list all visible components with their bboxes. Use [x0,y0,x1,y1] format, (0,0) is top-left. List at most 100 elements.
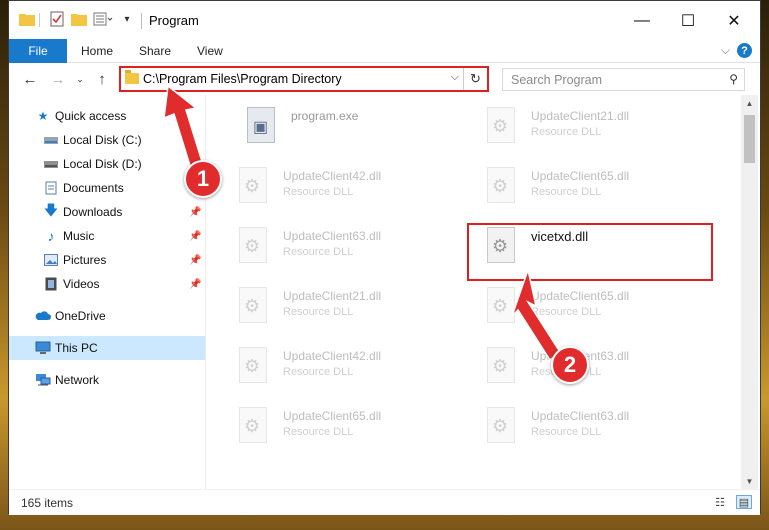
expand-ribbon-icon[interactable]: ⌵ [721,43,730,58]
sidebar-item-this-pc[interactable]: This PC [9,336,205,360]
up-arrow-icon[interactable]: ↑ [91,69,113,89]
view-options-icon[interactable] [93,11,113,27]
window-title: Program [149,13,199,28]
downloads-icon: 🡇 [43,202,59,218]
scroll-up-icon[interactable]: ▲ [741,95,758,111]
maximize-button[interactable]: ☐ [665,7,711,35]
file-name: UpdateClient65.dll [531,169,630,183]
new-folder-icon[interactable] [71,11,87,27]
search-input[interactable]: Search Program ⚲ [502,68,745,91]
file-item[interactable]: UpdateClient21.dll Resource DLL [481,99,721,155]
address-path[interactable]: C:\Program Files\Program Directory [143,72,342,86]
music-icon: ♪ [47,228,55,244]
pin-icon[interactable]: 📌 [189,207,201,218]
sidebar-item-label: Pictures [63,253,107,267]
sidebar-item-label: OneDrive [55,309,106,323]
ribbon: File Home Share View ⌵ ? [9,39,760,63]
details-view-icon[interactable]: ☷ [712,495,728,509]
sidebar-item-quick-access[interactable]: ★ Quick access [9,104,205,128]
sidebar-item-onedrive[interactable]: OneDrive [9,304,205,328]
file-type: Resource DLL [531,426,602,438]
scrollbar-thumb[interactable] [744,115,755,163]
videos-icon [43,276,59,292]
pin-icon[interactable]: 📌 [189,231,201,242]
file-type: Resource DLL [283,366,354,378]
refresh-icon[interactable]: ↻ [463,68,487,90]
file-item[interactable]: program.exe [241,99,481,155]
sidebar-item-videos[interactable]: Videos 📌 [9,272,205,296]
file-name: UpdateClient65.dll [283,409,382,423]
sidebar-item-label: Local Disk (C:) [63,133,142,147]
sidebar-item-label: Videos [63,277,100,291]
file-item[interactable]: UpdateClient63.dll Resource DLL [233,219,473,275]
dll-file-icon [487,287,515,323]
dll-file-icon [487,167,515,203]
file-item[interactable]: UpdateClient63.dll Resource DLL [481,339,721,395]
sidebar-item-documents[interactable]: Documents [9,176,205,200]
sidebar-item-local-disk-c[interactable]: Local Disk (C:) [9,128,205,152]
sidebar-item-label: Documents [63,181,124,195]
close-button[interactable]: ✕ [711,7,757,35]
back-arrow-icon[interactable]: ← [19,69,41,89]
sidebar-item-label: Downloads [63,205,123,219]
file-item[interactable]: UpdateClient63.dll Resource DLL [481,399,721,455]
sidebar-item-network[interactable]: Network [9,368,205,392]
star-icon: ★ [37,109,49,123]
file-item[interactable]: UpdateClient65.dll Resource DLL [233,399,473,455]
file-name: UpdateClient42.dll [283,349,382,363]
chevron-down-icon[interactable]: ⌵ [451,71,459,84]
sidebar-item-label: Music [63,229,95,243]
file-item[interactable]: UpdateClient42.dll Resource DLL [233,339,473,395]
network-icon [35,372,51,388]
pictures-icon [43,252,59,268]
file-item[interactable]: UpdateClient21.dll Resource DLL [233,279,473,335]
pin-icon[interactable]: 📌 [189,255,201,266]
file-type: Resource DLL [283,186,354,198]
folder-icon [125,70,139,84]
pin-icon[interactable]: 📌 [189,279,201,290]
cloud-icon [35,308,51,324]
dll-file-icon [487,347,515,383]
forward-arrow-icon[interactable]: → [47,69,69,89]
file-type: Resource DLL [531,306,602,318]
step-2-badge: 2 [551,346,589,384]
sidebar-item-music[interactable]: ♪ Music 📌 [9,224,205,248]
file-name: UpdateClient21.dll [531,109,630,123]
dll-file-icon [239,167,267,203]
tab-file[interactable]: File [9,39,67,63]
tab-view[interactable]: View [197,39,223,63]
sidebar-item-pictures[interactable]: Pictures 📌 [9,248,205,272]
search-placeholder: Search Program [511,73,603,87]
file-item[interactable]: UpdateClient65.dll Resource DLL [481,279,721,335]
dll-file-icon [239,227,267,263]
file-type: Resource DLL [531,186,602,198]
status-bar: 165 items ☷ ▤ [9,489,760,515]
scroll-down-icon[interactable]: ▼ [741,473,758,489]
file-type: Resource DLL [283,426,354,438]
sidebar-item-local-disk-d[interactable]: Local Disk (D:) [9,152,205,176]
search-icon[interactable]: ⚲ [729,72,738,86]
documents-icon [43,180,59,196]
customize-toolbar-icon[interactable]: ▾ [121,11,133,27]
minimize-button[interactable]: — [619,7,665,35]
vertical-scrollbar[interactable]: ▲ ▼ [741,95,758,489]
sidebar-item-downloads[interactable]: 🡇 Downloads 📌 [9,200,205,224]
address-bar[interactable]: C:\Program Files\Program Directory ⌵ ↻ [119,66,489,92]
tab-home[interactable]: Home [81,39,113,63]
sidebar-item-label: Local Disk (D:) [63,157,142,171]
file-name: UpdateClient63.dll [531,409,630,423]
tiles-view-icon[interactable]: ▤ [736,495,752,509]
help-icon[interactable]: ? [737,43,752,58]
file-type: Resource DLL [283,246,354,258]
step-1-badge: 1 [184,160,222,198]
file-name: UpdateClient63.dll [283,229,382,243]
tab-share[interactable]: Share [139,39,171,63]
file-item[interactable]: UpdateClient65.dll Resource DLL [481,159,721,215]
sidebar-item-label: Network [55,373,100,387]
recent-locations-icon[interactable]: ⌄ [69,69,91,89]
file-name: program.exe [291,109,359,123]
properties-icon[interactable] [49,11,65,27]
drive-icon [43,132,59,148]
file-name: UpdateClient42.dll [283,169,382,183]
file-item[interactable]: UpdateClient42.dll Resource DLL [233,159,473,215]
